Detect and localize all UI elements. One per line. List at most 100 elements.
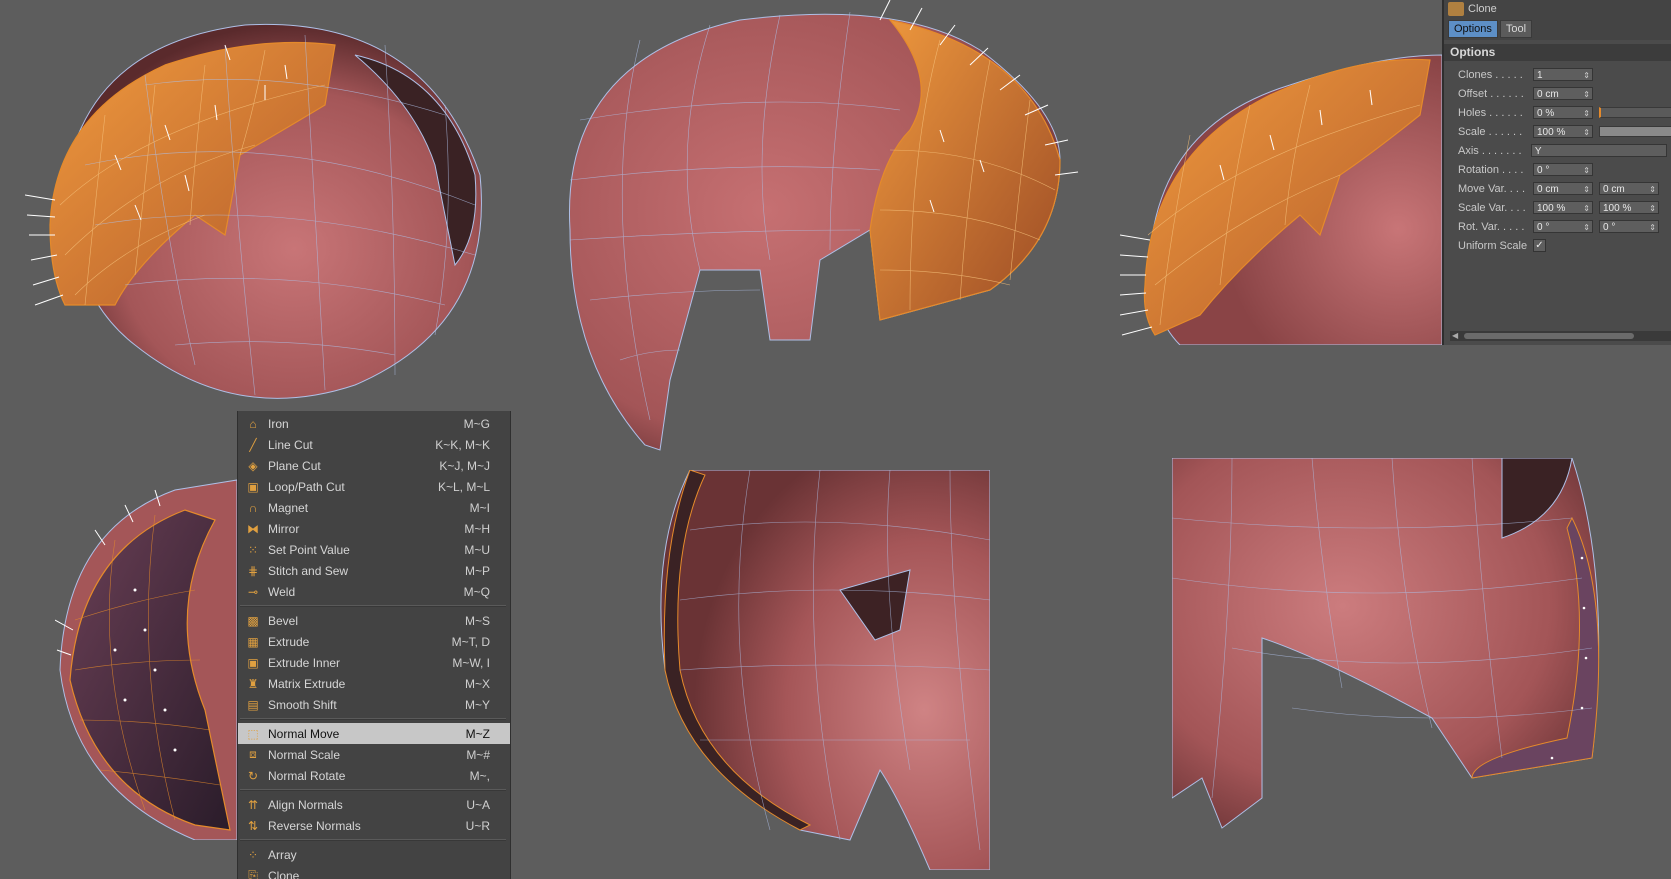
menu-item-shortcut: U~A (400, 798, 510, 812)
viewport-bottom-right[interactable] (1172, 458, 1612, 838)
menu-item-array[interactable]: ⁘Array (238, 844, 510, 865)
scroll-left-icon[interactable]: ◀ (1452, 331, 1458, 340)
move-var-field-1[interactable]: 0 cm⇕ (1533, 182, 1593, 195)
panel-header: Clone (1444, 0, 1671, 18)
menu-item-plane-cut[interactable]: ◈ Plane CutK~J, M~J (238, 455, 510, 476)
menu-item-shortcut: K~L, M~L (400, 480, 510, 494)
stepper-icon[interactable]: ⇕ (1649, 183, 1656, 196)
scrollbar-thumb[interactable] (1464, 333, 1634, 339)
viewport-top-left[interactable] (25, 5, 505, 415)
menu-item-normal-rotate[interactable]: ↻Normal RotateM~, (238, 765, 510, 786)
menu-separator (240, 718, 506, 720)
scale-var-field-2[interactable]: 100 %⇕ (1599, 201, 1659, 214)
rot-var-row: Rot. Var. . . . . 0 °⇕ 0 °⇕ (1444, 217, 1671, 236)
scale-row: Scale . . . . . . 100 %⇕ (1444, 122, 1671, 141)
rot-var-field-2[interactable]: 0 °⇕ (1599, 220, 1659, 233)
stepper-icon[interactable]: ⇕ (1583, 107, 1590, 120)
menu-item-mirror[interactable]: ⧓MirrorM~H (238, 518, 510, 539)
menu-item-shortcut: M~W, I (400, 656, 510, 670)
menu-item-label: Extrude (268, 635, 400, 649)
viewport-bottom-center[interactable] (650, 470, 990, 870)
uniform-scale-row: Uniform Scale ✓ (1444, 236, 1671, 255)
menu-separator (240, 789, 506, 791)
menu-item-normal-scale[interactable]: ⧈Normal ScaleM~# (238, 744, 510, 765)
menu-item-shortcut: M~X (400, 677, 510, 691)
attribute-panel: Clone Options Tool Options Clones . . . … (1442, 0, 1671, 345)
move-var-field-2[interactable]: 0 cm⇕ (1599, 182, 1659, 195)
rot-var-field-1[interactable]: 0 °⇕ (1533, 220, 1593, 233)
axis-dropdown[interactable]: Y (1531, 144, 1667, 157)
holes-slider[interactable] (1599, 107, 1671, 118)
menu-item-magnet[interactable]: ∩MagnetM~I (238, 497, 510, 518)
menu-item-normal-move[interactable]: ⬚Normal MoveM~Z (238, 723, 510, 744)
scale-var-field-1[interactable]: 100 %⇕ (1533, 201, 1593, 214)
plane-cut-icon: ◈ (244, 458, 262, 474)
stepper-icon[interactable]: ⇕ (1583, 126, 1590, 139)
viewport-bottom-left[interactable] (55, 470, 240, 840)
menu-item-shortcut: K~K, M~K (400, 438, 510, 452)
menu-item-label: Smooth Shift (268, 698, 400, 712)
panel-tabs: Options Tool (1444, 18, 1671, 40)
menu-separator (240, 839, 506, 841)
menu-item-align-normals[interactable]: ⇈Align NormalsU~A (238, 794, 510, 815)
reverse-normals-icon: ⇅ (244, 818, 262, 834)
viewport-top-center[interactable] (560, 0, 1100, 455)
line-cut-icon: ╱ (244, 437, 262, 453)
menu-item-weld[interactable]: ⊸WeldM~Q (238, 581, 510, 602)
menu-item-matrix-extrude[interactable]: ♜Matrix ExtrudeM~X (238, 673, 510, 694)
rotation-field[interactable]: 0 °⇕ (1533, 163, 1593, 176)
viewport-top-right[interactable] (1120, 35, 1442, 345)
menu-item-shortcut: K~J, M~J (400, 459, 510, 473)
clones-label: Clones . . . . . (1444, 69, 1533, 81)
menu-item-label: Bevel (268, 614, 400, 628)
stepper-icon[interactable]: ⇕ (1583, 164, 1590, 177)
menu-item-label: Stitch and Sew (268, 564, 400, 578)
menu-item-shortcut: M~P (400, 564, 510, 578)
menu-item-label: Clone (268, 869, 400, 879)
holes-field[interactable]: 0 %⇕ (1533, 106, 1593, 119)
menu-item-set-point-value[interactable]: ⁙Set Point ValueM~U (238, 539, 510, 560)
menu-item-label: Plane Cut (268, 459, 400, 473)
uniform-scale-label: Uniform Scale (1444, 240, 1533, 252)
menu-item-extrude[interactable]: ▦ExtrudeM~T, D (238, 631, 510, 652)
scale-slider[interactable] (1599, 126, 1671, 137)
menu-item-iron[interactable]: ⌂IronM~G (238, 413, 510, 434)
tab-options[interactable]: Options (1448, 20, 1498, 38)
menu-item-shortcut: M~S (400, 614, 510, 628)
stepper-icon[interactable]: ⇕ (1649, 221, 1656, 234)
menu-item-loop-cut[interactable]: ▣Loop/Path CutK~L, M~L (238, 476, 510, 497)
loop-cut-icon: ▣ (244, 479, 262, 495)
stepper-icon[interactable]: ⇕ (1649, 202, 1656, 215)
extrude-inner-icon: ▣ (244, 655, 262, 671)
stepper-icon[interactable]: ⇕ (1583, 202, 1590, 215)
normal-rotate-icon: ↻ (244, 768, 262, 784)
stepper-icon[interactable]: ⇕ (1583, 88, 1590, 101)
uniform-scale-checkbox[interactable]: ✓ (1533, 239, 1546, 252)
menu-item-shortcut: U~R (400, 819, 510, 833)
rotation-row: Rotation . . . . 0 °⇕ (1444, 160, 1671, 179)
menu-item-reverse-normals[interactable]: ⇅ Reverse NormalsU~R (238, 815, 510, 836)
menu-item-bevel[interactable]: ▩BevelM~S (238, 610, 510, 631)
scale-field[interactable]: 100 %⇕ (1533, 125, 1593, 138)
offset-field[interactable]: 0 cm⇕ (1533, 87, 1593, 100)
context-menu: ⌂IronM~G╱Line CutK~K, M~K ◈ Plane CutK~J, … (237, 411, 511, 879)
menu-item-label: Reverse Normals (268, 819, 400, 833)
stepper-icon[interactable]: ⇕ (1583, 221, 1590, 234)
stepper-icon[interactable]: ⇕ (1583, 183, 1590, 196)
menu-item-line-cut[interactable]: ╱Line CutK~K, M~K (238, 434, 510, 455)
section-options-header: Options (1444, 44, 1671, 61)
clones-field[interactable]: 1⇕ (1533, 68, 1593, 81)
menu-item-stitch-sew[interactable]: ⋕ Stitch and SewM~P (238, 560, 510, 581)
tab-tool[interactable]: Tool (1500, 20, 1532, 38)
panel-scrollbar[interactable]: ◀ (1450, 331, 1671, 341)
stitch-sew-icon: ⋕ (244, 563, 262, 579)
menu-item-label: Weld (268, 585, 400, 599)
magnet-icon: ∩ (244, 500, 262, 516)
menu-item-shortcut: M~Y (400, 698, 510, 712)
menu-item-extrude-inner[interactable]: ▣Extrude InnerM~W, I (238, 652, 510, 673)
stepper-icon[interactable]: ⇕ (1583, 69, 1590, 82)
menu-item-smooth-shift[interactable]: ▤Smooth ShiftM~Y (238, 694, 510, 715)
menu-item-shortcut: M~, (400, 769, 510, 783)
offset-row: Offset . . . . . . 0 cm⇕ (1444, 84, 1671, 103)
scale-var-row: Scale Var. . . . 100 %⇕ 100 %⇕ (1444, 198, 1671, 217)
